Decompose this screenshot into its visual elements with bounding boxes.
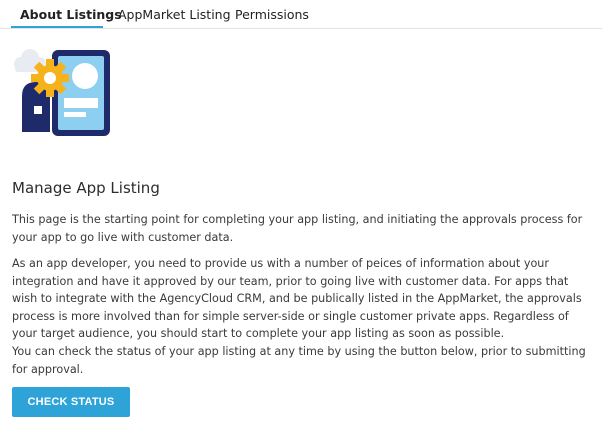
tab-bar: About Listings AppMarket Listing Permiss… [0,0,602,29]
page-title: Manage App Listing [12,179,160,197]
gear-icon [31,59,69,97]
tab-permissions[interactable]: Permissions [235,7,309,22]
requirements-paragraph: As an app developer, you need to provide… [12,257,582,340]
intro-paragraph: This page is the starting point for comp… [12,213,583,244]
status-paragraph: You can check the status of your app lis… [12,345,586,376]
active-tab-indicator [11,26,103,28]
tab-about-listings[interactable]: About Listings [20,7,122,22]
tab-appmarket-listing[interactable]: AppMarket Listing [118,7,231,22]
check-status-button[interactable]: CHECK STATUS [12,387,130,417]
app-developer-illustration [12,44,116,140]
